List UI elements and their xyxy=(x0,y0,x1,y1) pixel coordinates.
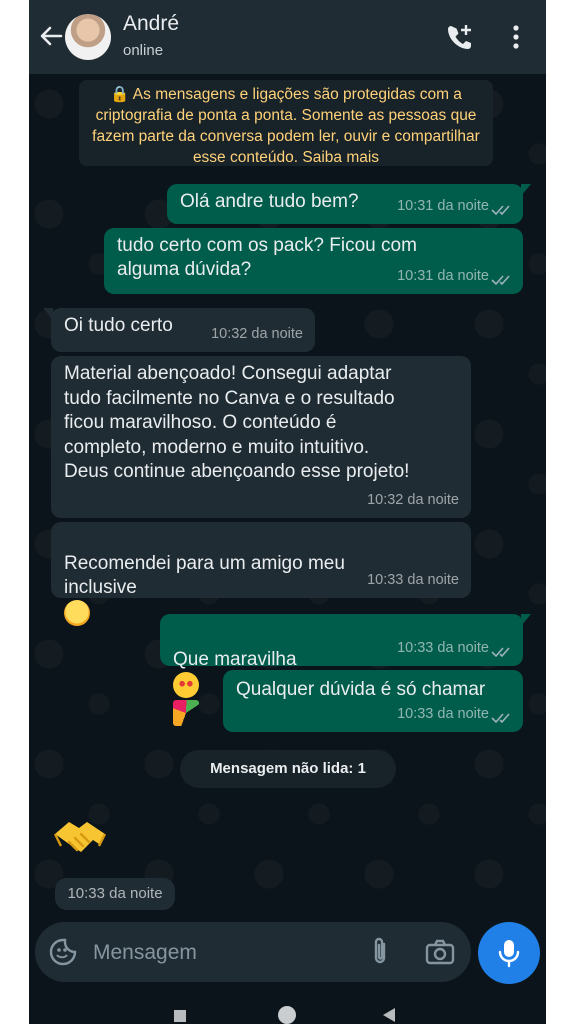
read-receipt-icon xyxy=(491,713,510,724)
read-receipt-icon xyxy=(491,647,510,658)
system-navigation-bar xyxy=(29,996,546,1024)
message-time: 10:31 da noite xyxy=(397,198,489,214)
nav-back-icon[interactable] xyxy=(383,1008,395,1022)
paperclip-icon[interactable] xyxy=(367,936,393,968)
home-icon[interactable] xyxy=(278,1006,296,1024)
message-list[interactable]: 🔒 As mensagens e ligações são protegidas… xyxy=(29,74,546,914)
handshake-icon[interactable] xyxy=(51,812,111,868)
unread-messages-divider: Mensagem não lida: 1 xyxy=(180,750,396,788)
message-composer xyxy=(35,922,471,982)
party-popper-icon xyxy=(173,700,199,726)
more-options-icon[interactable] xyxy=(507,24,525,50)
contact-status: online xyxy=(123,42,164,59)
outgoing-message[interactable]: Que maravilha 10:33 da noite xyxy=(160,614,531,726)
message-text: Material abençoado! Consegui adaptar tud… xyxy=(64,363,410,482)
encryption-notice[interactable]: 🔒 As mensagens e ligações são protegidas… xyxy=(79,80,493,166)
message-text: Olá andre tudo bem? xyxy=(180,191,359,212)
outgoing-message[interactable]: Qualquer dúvida é só chamar 10:33 da noi… xyxy=(223,670,523,732)
back-arrow-icon[interactable] xyxy=(37,22,65,50)
sticker-icon[interactable] xyxy=(49,938,77,966)
message-text: Oi tudo certo xyxy=(64,315,173,336)
message-input[interactable] xyxy=(91,934,345,972)
message-text: Qualquer dúvida é só chamar xyxy=(236,679,486,700)
contact-name[interactable]: André xyxy=(123,12,179,36)
message-time: 10:32 da noite xyxy=(367,492,459,508)
incoming-message[interactable]: Material abençoado! Consegui adaptar tud… xyxy=(51,356,471,518)
message-time: 10:33 da noite xyxy=(55,878,175,910)
voice-record-button[interactable] xyxy=(478,922,540,984)
message-text-content: Recomendei para um amigo meu inclusive xyxy=(64,553,345,598)
read-receipt-icon xyxy=(491,205,510,216)
chat-header: André online xyxy=(29,0,546,74)
incoming-message[interactable]: Oi tudo certo 10:32 da noite xyxy=(43,308,315,352)
message-time: 10:33 da noite xyxy=(397,640,489,656)
message-time: 10:31 da noite xyxy=(397,268,489,284)
message-time: 10:33 da noite xyxy=(367,572,459,588)
message-text-content: Que maravilha xyxy=(173,649,297,670)
heart-eyes-icon xyxy=(173,672,199,698)
message-text: tudo certo com os pack? Ficou com alguma… xyxy=(117,235,417,280)
message-text: Recomendei para um amigo meu inclusive xyxy=(64,528,345,628)
outgoing-message[interactable]: Olá andre tudo bem? 10:31 da noite xyxy=(167,184,531,224)
chat-screen: André online 🔒 As mensagens e ligações s… xyxy=(29,0,546,1024)
add-call-icon[interactable] xyxy=(445,22,475,52)
message-time: 10:33 da noite xyxy=(397,706,489,722)
read-receipt-icon xyxy=(491,275,510,286)
camera-icon[interactable] xyxy=(425,938,455,966)
recents-icon[interactable] xyxy=(174,1010,186,1022)
microphone-icon xyxy=(498,940,520,968)
outgoing-message[interactable]: tudo certo com os pack? Ficou com alguma… xyxy=(104,228,523,294)
avatar[interactable] xyxy=(65,14,111,60)
message-time: 10:32 da noite xyxy=(211,326,303,342)
smiling-face-icon xyxy=(64,600,90,626)
incoming-message[interactable]: Recomendei para um amigo meu inclusive 1… xyxy=(51,522,471,626)
